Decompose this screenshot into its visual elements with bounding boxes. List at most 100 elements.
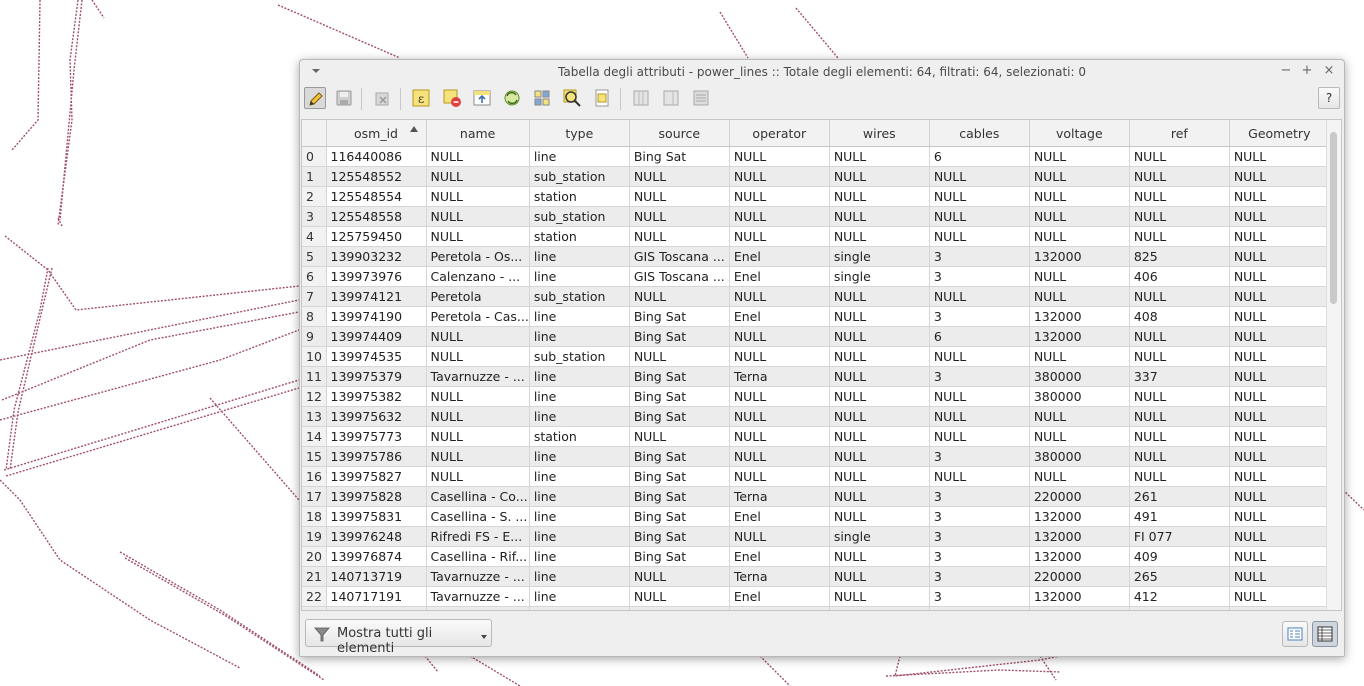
table-row[interactable]: 22 140717191 Tavarnuzze - ... line NULL Enel N… [302,586,1330,607]
table-cell[interactable]: NULL [629,286,730,307]
table-cell[interactable]: NULL [629,426,730,447]
invert-selection-icon[interactable] [501,87,523,109]
table-cell[interactable]: 132000 [1029,326,1130,347]
vertical-scrollbar[interactable] [1326,120,1341,610]
table-cell[interactable]: line [529,446,630,467]
table-cell[interactable]: NULL [629,186,730,207]
table-row[interactable]: 11 139975379 Tavarnuzze - ... line Bing Sat T… [302,366,1330,387]
table-row[interactable]: 18 139975831 Casellina - S. ... line Bing Sa… [302,506,1330,527]
table-cell[interactable]: 3 [929,446,1030,467]
table-cell[interactable]: NULL [1229,526,1330,547]
column-header-type[interactable]: type [529,120,630,147]
table-cell[interactable]: NULL [829,566,930,587]
table-cell[interactable]: 140713719 [326,566,427,587]
table-row[interactable]: 8 139974190 Peretola - Cas... line Bing Sat E… [302,306,1330,327]
table-cell[interactable]: NULL [829,546,930,567]
table-cell[interactable]: 132000 [1029,546,1130,567]
table-cell[interactable]: 3 [929,526,1030,547]
table-cell[interactable]: 132000 [1029,586,1130,607]
row-header[interactable]: 5 [302,246,327,267]
delete-selected-icon[interactable] [371,87,393,109]
table-cell[interactable]: 140717191 [326,586,427,607]
table-cell[interactable]: NULL [1129,286,1230,307]
table-cell[interactable]: sub_station [529,166,630,187]
table-cell[interactable]: NULL [1129,226,1230,247]
copy-rows-icon[interactable] [591,87,613,109]
row-header[interactable]: 12 [302,386,327,407]
table-cell[interactable]: NULL [1229,186,1330,207]
table-cell[interactable]: 132000 [1029,306,1130,327]
table-cell[interactable]: line [529,306,630,327]
table-cell[interactable]: 491 [1129,506,1230,527]
table-row[interactable]: 1 125548552 NULL sub_station NULL NULL NULL NUL… [302,166,1330,187]
row-header[interactable]: 9 [302,326,327,347]
table-cell[interactable]: NULL [829,446,930,467]
table-cell[interactable]: NULL [1029,186,1130,207]
table-cell[interactable]: 132000 [1029,606,1130,610]
table-cell[interactable]: NULL [629,586,730,607]
table-cell[interactable]: Casellina - Rif... [426,546,530,567]
table-cell[interactable]: 139975827 [326,466,427,487]
table-cell[interactable]: Bing Sat [629,406,730,427]
table-cell[interactable]: 3 [929,606,1030,610]
table-cell[interactable]: NULL [1229,406,1330,427]
table-cell[interactable]: Tavarnuzze - ... [426,366,530,387]
attribute-table[interactable]: osm_id name type source operator wires cables v… [301,119,1342,611]
table-cell[interactable]: line [529,586,630,607]
table-cell[interactable]: NULL [929,426,1030,447]
table-cell[interactable]: Enel [729,606,830,610]
pencil-edit-icon[interactable] [304,87,326,109]
table-cell[interactable]: NULL [829,346,930,367]
table-cell[interactable]: NULL [426,206,530,227]
table-cell[interactable]: NULL [1129,406,1230,427]
table-cell[interactable]: NULL [829,366,930,387]
table-cell[interactable]: GIS Toscana ... [629,266,730,287]
table-cell[interactable]: sub_station [529,206,630,227]
table-cell[interactable]: Calenzano - ... [426,266,530,287]
table-cell[interactable]: NULL [426,426,530,447]
table-cell[interactable]: Casellina - S. ... [426,506,530,527]
table-cell[interactable]: Bing Sat [629,486,730,507]
table-cell[interactable]: NULL [729,386,830,407]
table-cell[interactable]: single [829,526,930,547]
table-cell[interactable]: NULL [729,286,830,307]
table-cell[interactable]: NULL [829,186,930,207]
table-row[interactable]: 21 140713719 Tavarnuzze - ... line NULL Terna… [302,566,1330,587]
table-cell[interactable]: NULL [829,286,930,307]
table-cell[interactable]: NULL [729,206,830,227]
table-cell[interactable]: Terna [729,486,830,507]
move-selection-to-top-icon[interactable] [471,87,493,109]
column-header-operator[interactable]: operator [729,120,830,147]
table-cell[interactable]: NULL [1229,146,1330,167]
row-header[interactable]: 4 [302,226,327,247]
table-cell[interactable]: 139974409 [326,326,427,347]
help-button[interactable]: ? [1318,87,1340,109]
table-cell[interactable]: NULL [1229,306,1330,327]
table-cell[interactable]: NULL [426,346,530,367]
table-cell[interactable]: NULL [729,426,830,447]
table-row[interactable]: 4 125759450 NULL station NULL NULL NULL NULL NUL… [302,226,1330,247]
row-header[interactable]: 0 [302,146,327,167]
table-cell[interactable]: 220000 [1029,486,1130,507]
table-cell[interactable]: NULL [1029,226,1130,247]
table-cell[interactable]: NULL [829,606,930,610]
table-cell[interactable]: NULL [1229,566,1330,587]
table-cell[interactable]: Bing Sat [629,466,730,487]
deselect-all-icon[interactable] [441,87,463,109]
table-cell[interactable]: NULL [1229,166,1330,187]
column-header-source[interactable]: source [629,120,730,147]
table-cell[interactable]: NULL [729,346,830,367]
table-cell[interactable]: line [529,466,630,487]
table-cell[interactable]: NULL [729,146,830,167]
table-cell[interactable]: Terna [729,366,830,387]
table-cell[interactable]: 3 [929,566,1030,587]
column-header-voltage[interactable]: voltage [1029,120,1130,147]
table-cell[interactable]: NULL [729,326,830,347]
table-row[interactable]: 10 139974535 NULL sub_station NULL NULL NULL NU… [302,346,1330,367]
table-cell[interactable]: NULL [1229,286,1330,307]
table-cell[interactable]: NULL [729,446,830,467]
table-cell[interactable]: 132000 [1029,506,1130,527]
table-cell[interactable]: NULL [829,466,930,487]
table-cell[interactable]: NULL [629,166,730,187]
table-cell[interactable]: line [529,506,630,527]
